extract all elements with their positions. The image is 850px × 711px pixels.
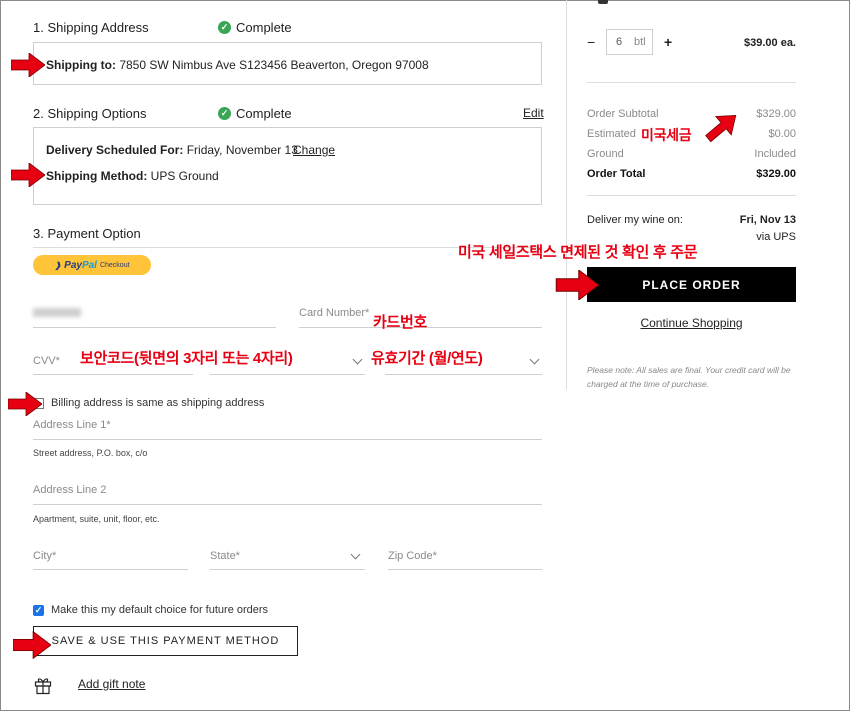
name-on-card-field[interactable]	[33, 303, 276, 328]
qty-value: 6	[616, 36, 623, 48]
qty-minus-button[interactable]: −	[587, 34, 595, 50]
qty-unit: btl	[634, 36, 646, 48]
total-value: $329.00	[756, 168, 796, 180]
zip-field[interactable]: Zip Code*	[388, 546, 542, 570]
deliver-label: Deliver my wine on:	[587, 214, 683, 226]
summary-divider-top	[587, 82, 796, 83]
billing-same-label: Billing address is same as shipping addr…	[51, 397, 265, 409]
shipping-method-value: UPS Ground	[150, 169, 219, 183]
state-select[interactable]: State*	[210, 546, 365, 570]
annotation-expiry: 유효기간 (월/연도)	[371, 350, 483, 367]
arrow-right-icon	[11, 53, 45, 77]
address-line2-label: Address Line 2	[33, 484, 107, 496]
status-text: Complete	[236, 106, 292, 121]
shipping-options-box: Delivery Scheduled For: Friday, November…	[33, 127, 542, 205]
arrow-right-icon	[8, 392, 42, 416]
arrow-right-icon	[555, 270, 600, 300]
change-link[interactable]: Change	[293, 143, 335, 157]
shipping-to-line: Shipping to: 7850 SW Nimbus Ave S123456 …	[46, 58, 429, 72]
status-text: Complete	[236, 20, 292, 35]
zip-label: Zip Code*	[388, 550, 437, 562]
annotation-place-order: 미국 세일즈택스 면제된 것 확인 후 주문	[458, 244, 698, 261]
shipping-options-title: 2. Shipping Options	[33, 106, 147, 121]
shipping-address-status: ✓ Complete	[218, 20, 292, 35]
total-row: Order Total $329.00	[587, 168, 796, 180]
check-icon: ✓	[218, 107, 231, 120]
paypal-pay-text: Pay	[64, 259, 82, 271]
paypal-checkout-button[interactable]: ❱ PayPal Checkout	[33, 255, 151, 275]
qty-plus-button[interactable]: +	[664, 34, 672, 50]
paypal-pal-text: Pal	[81, 259, 97, 271]
shipping-to-label: Shipping to:	[46, 58, 116, 72]
save-payment-button[interactable]: SAVE & USE THIS PAYMENT METHOD	[33, 626, 298, 656]
sales-final-note: Please note: All sales are final. Your c…	[587, 365, 791, 389]
subtotal-label: Order Subtotal	[587, 108, 659, 120]
column-divider	[566, 0, 567, 390]
tax-label: Estimated	[587, 128, 636, 140]
shipping-method-line: Shipping Method: UPS Ground	[46, 169, 219, 183]
address-line2-field[interactable]: Address Line 2	[33, 481, 542, 505]
default-choice-label: Make this my default choice for future o…	[51, 604, 269, 616]
shipping-to-value: 7850 SW Nimbus Ave S123456 Beaverton, Or…	[119, 58, 429, 72]
product-thumbnail	[598, 0, 608, 4]
summary-divider-bottom	[587, 195, 796, 196]
state-label: State*	[210, 550, 240, 562]
address-line1-hint: Street address, P.O. box, c/o	[33, 448, 148, 458]
delivery-label: Delivery Scheduled For:	[46, 143, 184, 157]
total-label: Order Total	[587, 168, 646, 180]
delivery-line: Delivery Scheduled For: Friday, November…	[46, 143, 298, 157]
shipping-address-title: 1. Shipping Address	[33, 20, 149, 35]
delivery-value: Friday, November 13	[186, 143, 298, 157]
card-number-label: Card Number*	[299, 307, 370, 319]
arrow-up-right-icon	[705, 115, 737, 143]
arrow-right-icon	[11, 163, 45, 187]
edit-link[interactable]: Edit	[523, 106, 544, 120]
city-label: City*	[33, 550, 57, 562]
subtotal-row: Order Subtotal $329.00	[587, 108, 796, 120]
chevron-down-icon	[350, 549, 361, 560]
address-line2-hint: Apartment, suite, unit, floor, etc.	[33, 514, 160, 524]
ground-label: Ground	[587, 148, 624, 160]
chevron-down-icon	[352, 354, 363, 365]
chevron-down-icon	[529, 354, 540, 365]
annotation-tax: 미국세금	[641, 127, 692, 143]
deliver-via: via UPS	[756, 231, 796, 243]
cvv-label: CVV*	[33, 355, 60, 367]
shipping-address-box: Shipping to: 7850 SW Nimbus Ave S123456 …	[33, 42, 542, 85]
address-line1-label: Address Line 1*	[33, 419, 111, 431]
check-icon: ✓	[218, 21, 231, 34]
gift-icon	[33, 675, 53, 695]
deliver-date: Fri, Nov 13	[739, 214, 796, 226]
tax-value: $0.00	[768, 128, 796, 140]
blurred-label	[33, 308, 81, 317]
tax-row: Estimated $0.00	[587, 128, 796, 140]
default-choice-checkbox[interactable]: ✓	[33, 605, 44, 616]
arrow-right-icon	[13, 631, 51, 659]
payment-option-title: 3. Payment Option	[33, 226, 141, 241]
shipping-options-status: ✓ Complete	[218, 106, 292, 121]
subtotal-value: $329.00	[756, 108, 796, 120]
ground-row: Ground Included	[587, 148, 796, 160]
shipping-method-label: Shipping Method:	[46, 169, 148, 183]
ground-value: Included	[754, 148, 796, 160]
place-order-button[interactable]: PLACE ORDER	[587, 267, 796, 302]
unit-price: $39.00 ea.	[744, 37, 796, 49]
annotation-cvv: 보안코드(뒷면의 3자리 또는 4자리)	[80, 350, 293, 367]
continue-shopping-link[interactable]: Continue Shopping	[587, 316, 796, 330]
annotation-card-number: 카드번호	[373, 314, 428, 331]
address-line1-field[interactable]: Address Line 1*	[33, 416, 542, 440]
paypal-checkout-text: Checkout	[99, 261, 130, 269]
paypal-icon: ❱	[54, 260, 62, 270]
qty-input[interactable]: 6 btl	[606, 29, 653, 55]
add-gift-note-link[interactable]: Add gift note	[78, 677, 145, 691]
city-field[interactable]: City*	[33, 546, 188, 570]
